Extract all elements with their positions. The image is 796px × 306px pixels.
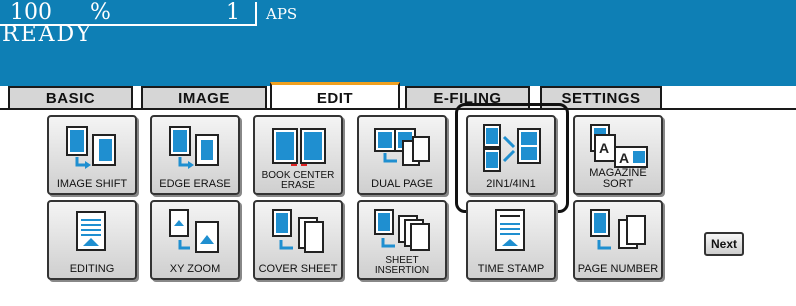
dual-page-label: DUAL PAGE bbox=[371, 178, 433, 190]
zoom-unit: % bbox=[90, 0, 111, 25]
sheet-insertion-icon bbox=[374, 209, 430, 251]
book-center-erase-button[interactable]: BOOK CENTER ERASE bbox=[253, 115, 343, 195]
xy-zoom-button[interactable]: XY ZOOM bbox=[150, 200, 240, 280]
dual-page-icon bbox=[374, 128, 430, 166]
zoom-value: 100 bbox=[10, 0, 52, 25]
edge-erase-icon bbox=[169, 126, 219, 169]
2in1-4in1-button[interactable]: 2IN1/4IN1 bbox=[466, 115, 556, 195]
2in1-4in1-label: 2IN1/4IN1 bbox=[486, 178, 536, 190]
sheet-insertion-button[interactable]: SHEET INSERTION bbox=[357, 200, 447, 280]
tab-basic[interactable]: BASIC bbox=[8, 86, 133, 108]
cover-sheet-label: COVER SHEET bbox=[258, 263, 338, 275]
cover-sheet-icon bbox=[272, 209, 324, 253]
page-number-icon bbox=[590, 209, 646, 250]
status-message: READY bbox=[2, 22, 93, 47]
book-center-label-2: ERASE bbox=[281, 180, 315, 191]
edge-erase-label: EDGE ERASE bbox=[159, 178, 231, 190]
xy-zoom-icon bbox=[169, 209, 219, 253]
dual-page-button[interactable]: DUAL PAGE bbox=[357, 115, 447, 195]
book-icon bbox=[272, 128, 326, 166]
image-shift-label: IMAGE SHIFT bbox=[56, 178, 128, 190]
time-stamp-button[interactable]: TIME STAMP bbox=[466, 200, 556, 280]
xy-zoom-label: XY ZOOM bbox=[169, 263, 221, 275]
paper-size: APS bbox=[266, 5, 298, 23]
next-button[interactable]: Next bbox=[704, 232, 744, 256]
magazine-sort-label: MAGAZINE SORT bbox=[589, 167, 647, 190]
copier-panel: 100 % 1 APS READY BASIC IMAGE EDIT E-FIL… bbox=[0, 0, 796, 306]
page-number-button[interactable]: PAGE NUMBER bbox=[573, 200, 663, 280]
image-shift-button[interactable]: IMAGE SHIFT bbox=[47, 115, 137, 195]
page-number-label: PAGE NUMBER bbox=[577, 263, 659, 275]
editing-icon bbox=[76, 211, 106, 251]
svg-text:A: A bbox=[599, 140, 609, 156]
2in1-4in1-icon bbox=[483, 124, 541, 172]
image-shift-icon bbox=[66, 126, 116, 169]
sheet-insertion-label-2: INSERTION bbox=[374, 265, 430, 276]
copy-count: 1 bbox=[226, 0, 240, 25]
status-area: 100 % 1 APS READY bbox=[0, 0, 796, 86]
cover-sheet-button[interactable]: COVER SHEET bbox=[253, 200, 343, 280]
editing-label: EDITING bbox=[69, 263, 115, 275]
editing-button[interactable]: EDITING bbox=[47, 200, 137, 280]
magazine-sort-button[interactable]: A A MAGAZINE SORT bbox=[573, 115, 663, 195]
time-stamp-label: TIME STAMP bbox=[477, 263, 545, 275]
svg-text:A: A bbox=[619, 150, 629, 166]
tab-image[interactable]: IMAGE bbox=[141, 86, 267, 108]
time-stamp-icon bbox=[495, 209, 525, 251]
edge-erase-button[interactable]: EDGE ERASE bbox=[150, 115, 240, 195]
